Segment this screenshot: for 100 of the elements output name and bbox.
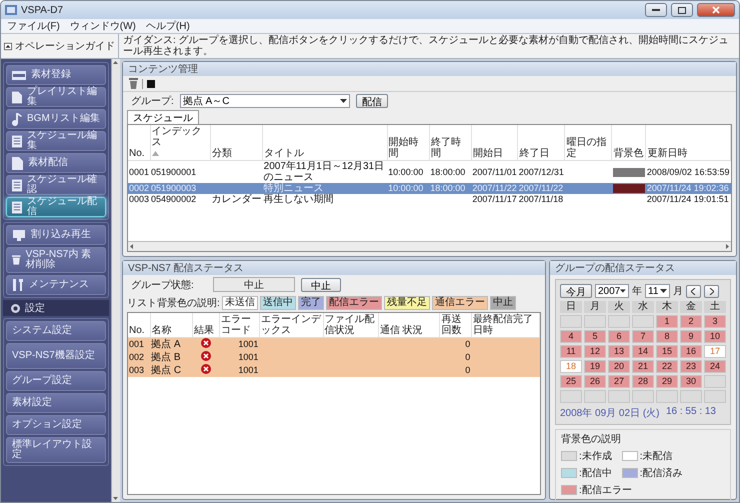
- calendar-day[interactable]: [632, 390, 654, 403]
- stop-icon[interactable]: [147, 80, 155, 88]
- month-dropdown[interactable]: 11: [645, 284, 670, 298]
- minimize-button[interactable]: [645, 3, 667, 17]
- close-button[interactable]: [697, 3, 735, 17]
- calendar-day[interactable]: 15: [656, 345, 678, 358]
- sidebar-item[interactable]: オプション設定: [6, 415, 106, 435]
- this-month-button[interactable]: 今月: [560, 284, 592, 298]
- calendar-day[interactable]: [608, 390, 630, 403]
- table-cell[interactable]: 002: [128, 351, 150, 364]
- table-cell[interactable]: 10:00:00: [387, 160, 430, 183]
- calendar-day[interactable]: 28: [632, 375, 654, 388]
- sidebar-item[interactable]: 標準レイアウト設定: [6, 437, 106, 463]
- sidebar-item[interactable]: 割り込み再生: [6, 225, 106, 245]
- calendar-day[interactable]: 27: [608, 375, 630, 388]
- calendar-day[interactable]: 11: [560, 345, 582, 358]
- calendar-day[interactable]: [680, 390, 702, 403]
- column-header[interactable]: 結果: [194, 325, 218, 336]
- table-cell[interactable]: 001: [128, 338, 150, 351]
- table-cell[interactable]: 18:00:00: [429, 160, 472, 183]
- table-cell[interactable]: 2007年11月1日～12月31日のニュース: [262, 160, 388, 183]
- calendar-day[interactable]: 3: [704, 315, 726, 328]
- column-header[interactable]: 分類: [212, 148, 262, 159]
- table-cell[interactable]: 2007/12/31: [518, 160, 565, 183]
- sidebar-item[interactable]: VSP-NS7内 素材削除: [6, 247, 106, 273]
- column-header[interactable]: 終了日: [519, 148, 564, 159]
- calendar-day[interactable]: [584, 390, 606, 403]
- calendar-day[interactable]: [704, 390, 726, 403]
- table-cell[interactable]: 拠点 B: [150, 351, 192, 364]
- sidebar-item[interactable]: 素材登録: [6, 65, 106, 85]
- menu-item[interactable]: ヘルプ(H): [146, 19, 190, 33]
- scroll-bar[interactable]: [128, 241, 731, 251]
- calendar-day[interactable]: [560, 315, 582, 328]
- column-header[interactable]: 再送回数: [441, 314, 470, 336]
- column-header[interactable]: 背景色: [613, 148, 644, 159]
- column-header[interactable]: エラーコード: [220, 314, 258, 336]
- column-header[interactable]: No.: [129, 148, 149, 159]
- calendar-day[interactable]: [656, 390, 678, 403]
- column-header[interactable]: 通信 状況: [380, 325, 438, 336]
- scroll-bar[interactable]: [111, 59, 120, 502]
- table-cell[interactable]: 054900002: [150, 194, 211, 205]
- table-cell[interactable]: 003: [128, 364, 150, 377]
- menu-item[interactable]: ファイル(F): [7, 19, 60, 33]
- send-button[interactable]: 配信: [356, 94, 388, 108]
- calendar-day[interactable]: [704, 375, 726, 388]
- stop-button[interactable]: 中止: [301, 278, 341, 292]
- sidebar-item[interactable]: VSP-NS7機器設定: [6, 343, 106, 369]
- column-header[interactable]: No.: [129, 325, 149, 336]
- calendar-day[interactable]: 2: [680, 315, 702, 328]
- sidebar-item[interactable]: 素材配信: [6, 153, 106, 173]
- column-header[interactable]: ファイル配信状況: [324, 314, 377, 336]
- column-header[interactable]: 終了時間: [430, 137, 470, 159]
- calendar-day[interactable]: 12: [584, 345, 606, 358]
- trash-icon[interactable]: [129, 78, 138, 89]
- column-header[interactable]: 更新日時: [647, 148, 729, 159]
- table-cell[interactable]: 0001: [128, 160, 150, 183]
- sidebar-item[interactable]: スケジュール配信: [6, 197, 106, 217]
- table-cell[interactable]: カレンダー: [210, 194, 263, 205]
- column-header[interactable]: インデックス: [152, 126, 210, 148]
- tab[interactable]: スケジュール: [127, 110, 199, 124]
- sidebar-item[interactable]: BGMリスト編集: [6, 109, 106, 129]
- calendar-day[interactable]: 16: [680, 345, 702, 358]
- table-cell[interactable]: 1001: [219, 351, 260, 364]
- column-header[interactable]: エラーインデックス: [260, 314, 322, 336]
- sidebar-item[interactable]: プレイリスト編集: [6, 87, 106, 107]
- table-cell[interactable]: 2007/11/24 19:01:51: [646, 194, 730, 205]
- sidebar-item[interactable]: グループ設定: [6, 371, 106, 391]
- calendar-day[interactable]: 20: [608, 360, 630, 373]
- calendar-day[interactable]: 10: [704, 330, 726, 343]
- table-cell[interactable]: 0: [440, 351, 472, 364]
- calendar-day[interactable]: 29: [656, 375, 678, 388]
- table-cell[interactable]: 2007/11/01: [471, 160, 518, 183]
- table-cell[interactable]: 1001: [219, 338, 260, 351]
- table-cell[interactable]: [564, 183, 612, 194]
- calendar-day[interactable]: 26: [584, 375, 606, 388]
- table-cell[interactable]: 拠点 C: [150, 364, 192, 377]
- sidebar-item[interactable]: システム設定: [6, 321, 106, 341]
- calendar-day[interactable]: [584, 315, 606, 328]
- calendar-day[interactable]: 13: [608, 345, 630, 358]
- sidebar-item[interactable]: 素材設定: [6, 393, 106, 413]
- calendar-day[interactable]: 25: [560, 375, 582, 388]
- menu-item[interactable]: ウィンドウ(W): [70, 19, 136, 33]
- calendar-day[interactable]: 14: [632, 345, 654, 358]
- sidebar-item[interactable]: メンテナンス: [6, 275, 106, 295]
- maximize-button[interactable]: [671, 3, 693, 17]
- calendar-day[interactable]: 7: [632, 330, 654, 343]
- collapse-icon[interactable]: [4, 42, 12, 50]
- calendar-day[interactable]: 5: [584, 330, 606, 343]
- sidebar-item[interactable]: スケジュール確認: [6, 175, 106, 195]
- previous-button[interactable]: [686, 284, 701, 298]
- table-cell[interactable]: 再生しない期間: [262, 194, 388, 205]
- year-dropdown[interactable]: 2007: [595, 284, 629, 298]
- calendar-day[interactable]: 8: [656, 330, 678, 343]
- calendar-day[interactable]: [632, 315, 654, 328]
- calendar-day[interactable]: 4: [560, 330, 582, 343]
- next-button[interactable]: [704, 284, 719, 298]
- table-cell[interactable]: 2007/11/18: [518, 194, 565, 205]
- table-cell[interactable]: 1001: [219, 364, 260, 377]
- table-cell[interactable]: 拠点 A: [150, 338, 192, 351]
- calendar-day[interactable]: 21: [632, 360, 654, 373]
